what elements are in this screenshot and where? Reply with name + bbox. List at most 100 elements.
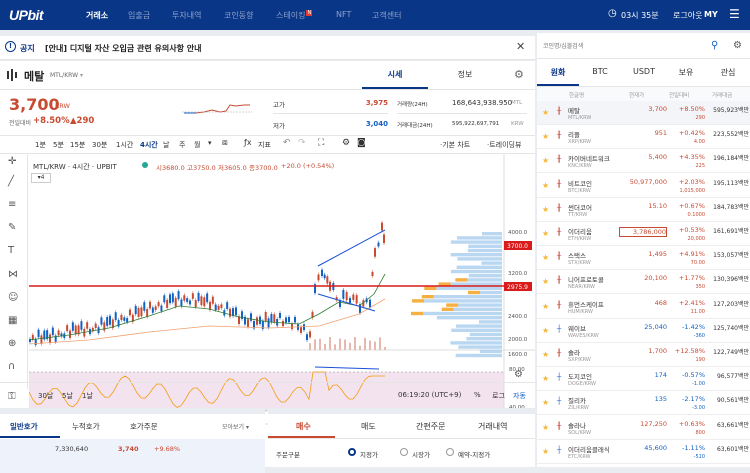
interval-4h[interactable]: 4시간 (140, 140, 158, 150)
list-item[interactable]: ★ ╂ 메탈 MTL/KRW 3,700 +8.50% 290 595,923백… (537, 101, 750, 125)
header-volume[interactable]: 거래대금 (712, 91, 732, 99)
nav-nft[interactable]: NFT (336, 10, 351, 19)
star-icon[interactable]: ★ (542, 277, 549, 286)
range-30d[interactable]: 30날 (38, 391, 53, 401)
ruler-icon[interactable]: ▦ (8, 315, 17, 326)
list-item[interactable]: ★ ┼ 질리카 ZIL/KRW 135 -2.17% -3.00 90,561백… (537, 391, 750, 416)
star-icon[interactable]: ★ (542, 205, 549, 214)
tab-favorites[interactable]: 관심 (707, 67, 749, 78)
tab-holdings[interactable]: 보유 (665, 67, 707, 78)
star-icon[interactable]: ★ (542, 350, 549, 359)
zoom-in-icon[interactable]: ⊕ (8, 338, 16, 349)
camera-icon[interactable]: ◙ (357, 138, 366, 148)
radio-limit[interactable] (348, 448, 356, 456)
notice-bar[interactable]: ! 공지 [안내] 디지털 자산 오입금 관련 유의사항 안내 ✕ (0, 36, 535, 60)
emoji-icon[interactable]: ☺ (8, 292, 18, 303)
star-icon[interactable]: ★ (542, 423, 549, 432)
close-icon[interactable]: ✕ (516, 40, 525, 53)
header-change[interactable]: 전일대비 (669, 91, 689, 99)
brush-icon[interactable]: ✎ (8, 222, 16, 233)
star-icon[interactable]: ★ (542, 132, 549, 141)
list-item[interactable]: ★ ╂ 리플 XRP/KRW 951 +0.42% 4.00 223,552백만 (537, 125, 750, 150)
text-icon[interactable]: T (8, 245, 14, 256)
interval-5m[interactable]: 5분 (53, 140, 64, 150)
chart-settings-icon[interactable]: ⚙ (514, 369, 523, 380)
tab-sell[interactable]: 매도 (361, 421, 376, 432)
search-icon[interactable]: ⚲ (711, 40, 718, 51)
header-name[interactable]: 한글명 (569, 91, 584, 99)
tab-buy[interactable]: 매수 (296, 421, 311, 432)
interval-1h[interactable]: 1시간 (116, 140, 133, 150)
list-item[interactable]: ★ ╂ 비트코인 BTC/KRW 50,977,000 +2.03% 1,015… (537, 174, 750, 198)
logout-link[interactable]: 로그아웃 (673, 10, 702, 21)
star-icon[interactable]: ★ (542, 229, 549, 238)
list-item[interactable]: ★ ╂ 카이버네트워크 KNC/KRW 5,400 +4.35% 225 196… (537, 149, 750, 174)
auto-toggle[interactable]: 자동 (513, 391, 526, 401)
price-chart[interactable]: 4000.03200.02400.02000.01600.0 80.0040.0… (29, 154, 535, 427)
tab-info[interactable]: 정보 (432, 69, 498, 80)
basic-chart-button[interactable]: ·기본 차트 (440, 140, 470, 150)
crosshair-icon[interactable]: ✛ (8, 156, 16, 167)
tab-history[interactable]: 거래내역 (478, 421, 507, 432)
nav-support[interactable]: 고객센터 (372, 10, 401, 21)
interval-day[interactable]: 날 (163, 140, 169, 150)
star-icon[interactable]: ★ (542, 181, 549, 190)
range-5d[interactable]: 5날 (62, 391, 73, 401)
tab-cumulative-orderbook[interactable]: 누적호가 (72, 421, 100, 432)
notice-text[interactable]: [안내] 디지털 자산 오입금 관련 유의사항 안내 (45, 43, 202, 54)
settings-icon[interactable]: ⚙ (342, 138, 350, 148)
magnet-icon[interactable]: ∩ (8, 361, 15, 372)
radio-reserve[interactable] (446, 448, 454, 456)
nav-deposit[interactable]: 입출금 (128, 10, 150, 21)
trendline-icon[interactable]: ╱ (8, 176, 14, 187)
redo-icon[interactable]: ↷ (298, 138, 306, 148)
undo-icon[interactable]: ↶ (283, 138, 291, 148)
interval-1m[interactable]: 1분 (35, 140, 46, 150)
my-page-link[interactable]: MY (704, 10, 718, 19)
log-toggle[interactable]: 로그 (492, 391, 505, 401)
tab-krw[interactable]: 원화 (537, 67, 579, 78)
list-item[interactable]: ★ ┼ 이더리움클래식 ETC/KRW 45,600 -1.11% -510 6… (537, 440, 750, 464)
tab-price[interactable]: 시세 (362, 69, 428, 80)
tab-order-from-orderbook[interactable]: 호가주문 (130, 421, 158, 432)
upbit-logo[interactable]: UPbit (9, 7, 44, 23)
search-input[interactable] (543, 41, 723, 53)
interval-30m[interactable]: 30분 (92, 140, 107, 150)
tab-simple-order[interactable]: 간편주문 (416, 421, 445, 432)
candle-type-icon[interactable]: ⧈ (222, 138, 228, 148)
settings-icon[interactable]: ⚙ (733, 40, 742, 51)
star-icon[interactable]: ★ (542, 156, 549, 165)
tradingview-button[interactable]: ·트레이딩뷰 (487, 140, 521, 150)
radio-market[interactable] (400, 448, 408, 456)
interval-15m[interactable]: 15분 (70, 140, 85, 150)
star-icon[interactable]: ★ (542, 398, 549, 407)
list-item[interactable]: ★ ╂ 이더리움 ETH/KRW 3,786,000 +0.53% 20,000… (537, 222, 750, 246)
star-icon[interactable]: ★ (542, 326, 549, 335)
star-icon[interactable]: ★ (542, 108, 549, 117)
menu-icon[interactable]: ☰ (729, 7, 740, 21)
interval-month[interactable]: 월 (194, 140, 200, 150)
list-item[interactable]: ★ ╂ 휴먼스케이프 HUM/KRW 468 +2.41% 11.00 127,… (537, 295, 750, 319)
range-1d[interactable]: 1날 (82, 391, 93, 401)
lock-icon[interactable]: ⚿ (8, 391, 16, 402)
star-icon[interactable]: ★ (542, 374, 549, 383)
pattern-icon[interactable]: ⋈ (8, 269, 18, 280)
chevron-down-icon[interactable]: ▾ (208, 139, 212, 147)
list-item[interactable]: ★ ╂ 솔라나 SOL/KRW 127,250 +0.63% 800 63,66… (537, 416, 750, 440)
ask-price[interactable]: 3,740 (118, 445, 139, 453)
nav-investments[interactable]: 투자내역 (172, 10, 201, 21)
star-icon[interactable]: ★ (542, 253, 549, 262)
list-item[interactable]: ★ ┼ 도지코인 DOGE/KRW 174 -0.57% -1.00 96,57… (537, 367, 750, 392)
indicator-button[interactable]: 지표 (258, 140, 271, 150)
percent-toggle[interactable]: % (474, 391, 481, 399)
tab-usdt[interactable]: USDT (623, 67, 665, 76)
nav-coin-trends[interactable]: 코인동향 (224, 10, 253, 21)
list-item[interactable]: ★ ╂ 솔라 SXP/KRW 1,700 +12.58% 190 122,749… (537, 343, 750, 367)
list-item[interactable]: ★ ╂ 썬더코어 TT/KRW 15.10 +0.67% 0.1000 184,… (537, 198, 750, 222)
list-item[interactable]: ★ ┼ 웨이브 WAVES/KRW 25,040 -1.42% -360 125… (537, 319, 750, 343)
indicator-icon[interactable]: ƒx (244, 138, 252, 147)
view-dropdown[interactable]: 모아보기 ▾ (222, 422, 249, 431)
interval-week[interactable]: 주 (179, 140, 185, 150)
chevron-down-icon[interactable]: ▾ (80, 72, 83, 79)
star-icon[interactable]: ★ (542, 447, 549, 456)
